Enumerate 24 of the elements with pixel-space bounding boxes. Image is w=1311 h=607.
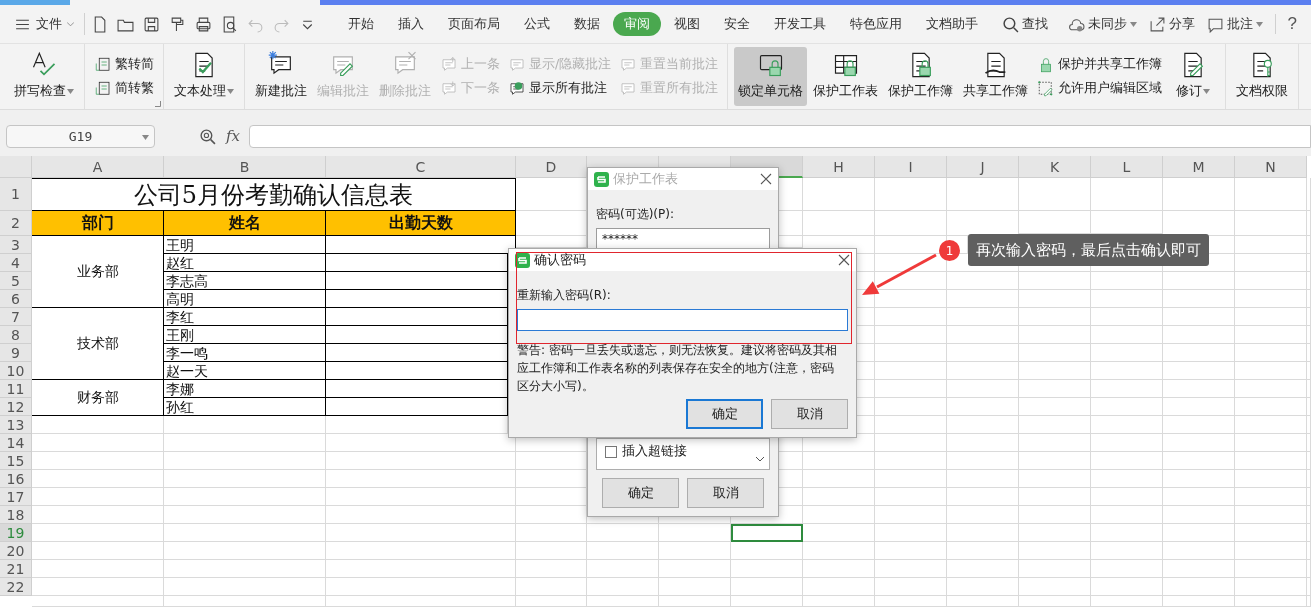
table-cell: 李志高 [164,272,326,290]
table-cell: 业务部 [32,236,164,308]
table-cell: 孙红 [164,398,326,416]
table-header: 出勤天数 [326,211,516,236]
dialog-title: 保护工作表 [613,170,679,188]
table-header: 部门 [32,211,164,236]
dialog-title: 确认密码 [534,251,587,269]
table-cell: 赵一天 [164,362,326,380]
cell-reference: G19 [68,128,93,144]
table-cell: 李娜 [164,380,326,398]
field-label: 重新输入密码(R): [517,287,612,304]
table-cell: 王明 [164,236,326,254]
table-cell: 王刚 [164,326,326,344]
sheet-title: 公司5月份考勤确认信息表 [32,178,516,211]
table-header: 姓名 [164,211,326,236]
table-cell: 李一鸣 [164,344,326,362]
field-label: 密码(可选)(P): [596,206,675,223]
table-cell: 财务部 [32,380,164,416]
hint-tooltip: 再次输入密码，最后点击确认即可 [968,234,1209,266]
table-cell: 技术部 [32,308,164,380]
table-cell: 李红 [164,308,326,326]
warning-text: 警告: 密码一旦丢失或遗忘，则无法恢复。建议将密码及其相应工作簿和工作表名称的列表保存在安全的地方(注意，密码区分大小写)。 [517,342,838,395]
table-cell: 赵红 [164,254,326,272]
table-cell: 高明 [164,290,326,308]
